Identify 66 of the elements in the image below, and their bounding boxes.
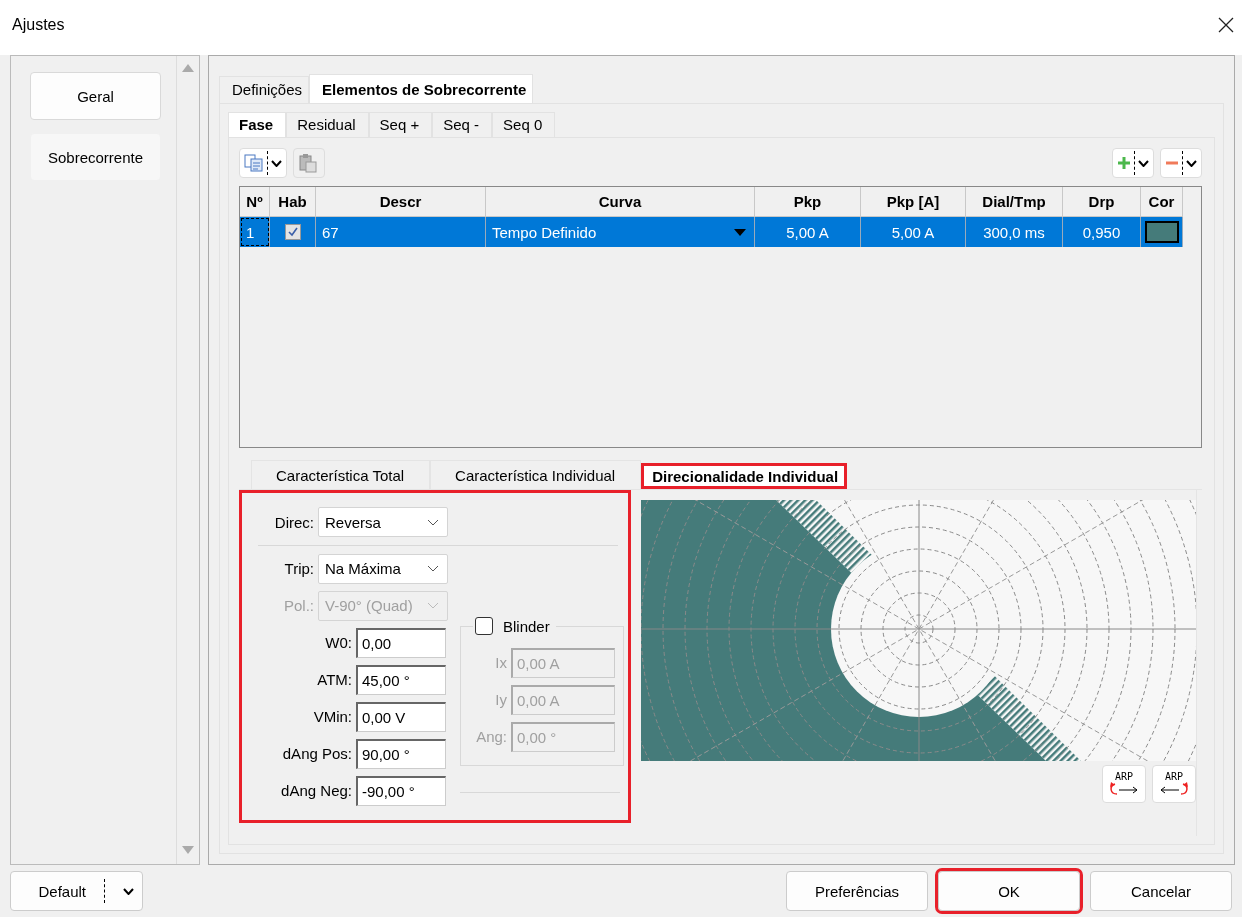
tab[interactable]: Seq + bbox=[368, 112, 433, 137]
tab[interactable]: Seq 0 bbox=[492, 112, 556, 137]
input-field[interactable]: 90,00 ° bbox=[356, 738, 446, 769]
tab[interactable]: Fase bbox=[228, 112, 287, 137]
tab[interactable]: Característica Total bbox=[251, 460, 431, 489]
chevron-down-icon bbox=[427, 518, 439, 526]
table-row[interactable]: 1 67 Tempo Definido 5,00 A 5,00 A 300,0 ms 0,950 bbox=[240, 217, 1183, 247]
field-label: VMin: bbox=[312, 708, 352, 725]
plus-icon bbox=[1117, 156, 1131, 170]
field-label: W0: bbox=[324, 634, 352, 651]
sidebar-item[interactable]: Sobrecorrente bbox=[30, 133, 161, 181]
field-label: dAng Neg: bbox=[280, 782, 352, 799]
color-swatch[interactable] bbox=[1144, 221, 1179, 243]
dialog-button[interactable]: Preferências bbox=[786, 871, 928, 911]
table-cell: 5,00 A bbox=[861, 217, 966, 247]
dialog-button[interactable]: Cancelar bbox=[1090, 871, 1232, 911]
field-label: Direc: bbox=[273, 513, 314, 531]
field-label: Ix bbox=[494, 654, 507, 671]
table-cell: 0,950 bbox=[1063, 217, 1141, 247]
tab[interactable]: Definições bbox=[219, 76, 310, 103]
add-button[interactable] bbox=[1112, 148, 1154, 178]
copy-button[interactable] bbox=[239, 148, 287, 178]
input-field[interactable]: 0,00 V bbox=[356, 701, 446, 732]
table-cell: 1 bbox=[240, 217, 270, 247]
table-cell: 300,0 ms bbox=[966, 217, 1063, 247]
field-label: Trip: bbox=[283, 560, 314, 577]
caret-icon bbox=[271, 159, 282, 167]
input-field[interactable]: -90,00 ° bbox=[356, 775, 446, 806]
tab[interactable]: Elementos de Sobrecorrente bbox=[309, 74, 534, 103]
chevron-down-icon bbox=[427, 565, 439, 572]
remove-button[interactable] bbox=[1160, 148, 1202, 178]
default-button[interactable]: Default bbox=[10, 871, 143, 911]
field-label: Pol.: bbox=[283, 597, 314, 614]
chevron-down-icon bbox=[427, 602, 439, 609]
input-field[interactable]: 0,00 bbox=[356, 627, 446, 658]
curve-dropdown[interactable]: Tempo Definido bbox=[486, 217, 755, 247]
tab[interactable]: Característica Individual bbox=[430, 460, 642, 489]
field-label: Ang: bbox=[475, 728, 507, 745]
caret-icon bbox=[1138, 159, 1149, 167]
table-cell: 67 bbox=[316, 217, 486, 247]
field-label: dAng Pos: bbox=[281, 745, 352, 762]
tab[interactable]: Seq - bbox=[432, 112, 493, 137]
field-label: Iy bbox=[494, 691, 507, 708]
trip-dropdown[interactable]: Na Máxima bbox=[318, 553, 448, 584]
checkbox-label: Blinder bbox=[503, 617, 550, 635]
rotate-right-button[interactable]: ARP bbox=[1152, 765, 1196, 803]
close-icon[interactable] bbox=[1218, 16, 1234, 33]
rotate-left-button[interactable]: ARP bbox=[1102, 765, 1146, 803]
input-field[interactable]: 45,00 ° bbox=[356, 664, 446, 695]
checkbox[interactable] bbox=[284, 224, 301, 240]
dialog-button[interactable]: OK bbox=[938, 871, 1080, 911]
tab[interactable]: Direcionalidade Individual bbox=[641, 463, 848, 489]
checkbox[interactable] bbox=[475, 617, 493, 635]
arrow-icon bbox=[1159, 782, 1189, 796]
window-title: Ajustes bbox=[12, 15, 65, 34]
caret-icon bbox=[1186, 159, 1197, 167]
caret-icon bbox=[123, 887, 134, 895]
table-cell: 5,00 A bbox=[755, 217, 861, 247]
clipboard-icon bbox=[298, 153, 318, 173]
tab[interactable]: Residual bbox=[286, 112, 369, 137]
direction-dropdown[interactable]: Reversa bbox=[318, 507, 448, 537]
field-label: ATM: bbox=[316, 671, 352, 688]
arrow-icon bbox=[1109, 782, 1139, 796]
sidebar-item[interactable]: Geral bbox=[30, 72, 161, 120]
copy-icon bbox=[244, 154, 264, 172]
dropdown-arrow-icon bbox=[734, 228, 746, 236]
